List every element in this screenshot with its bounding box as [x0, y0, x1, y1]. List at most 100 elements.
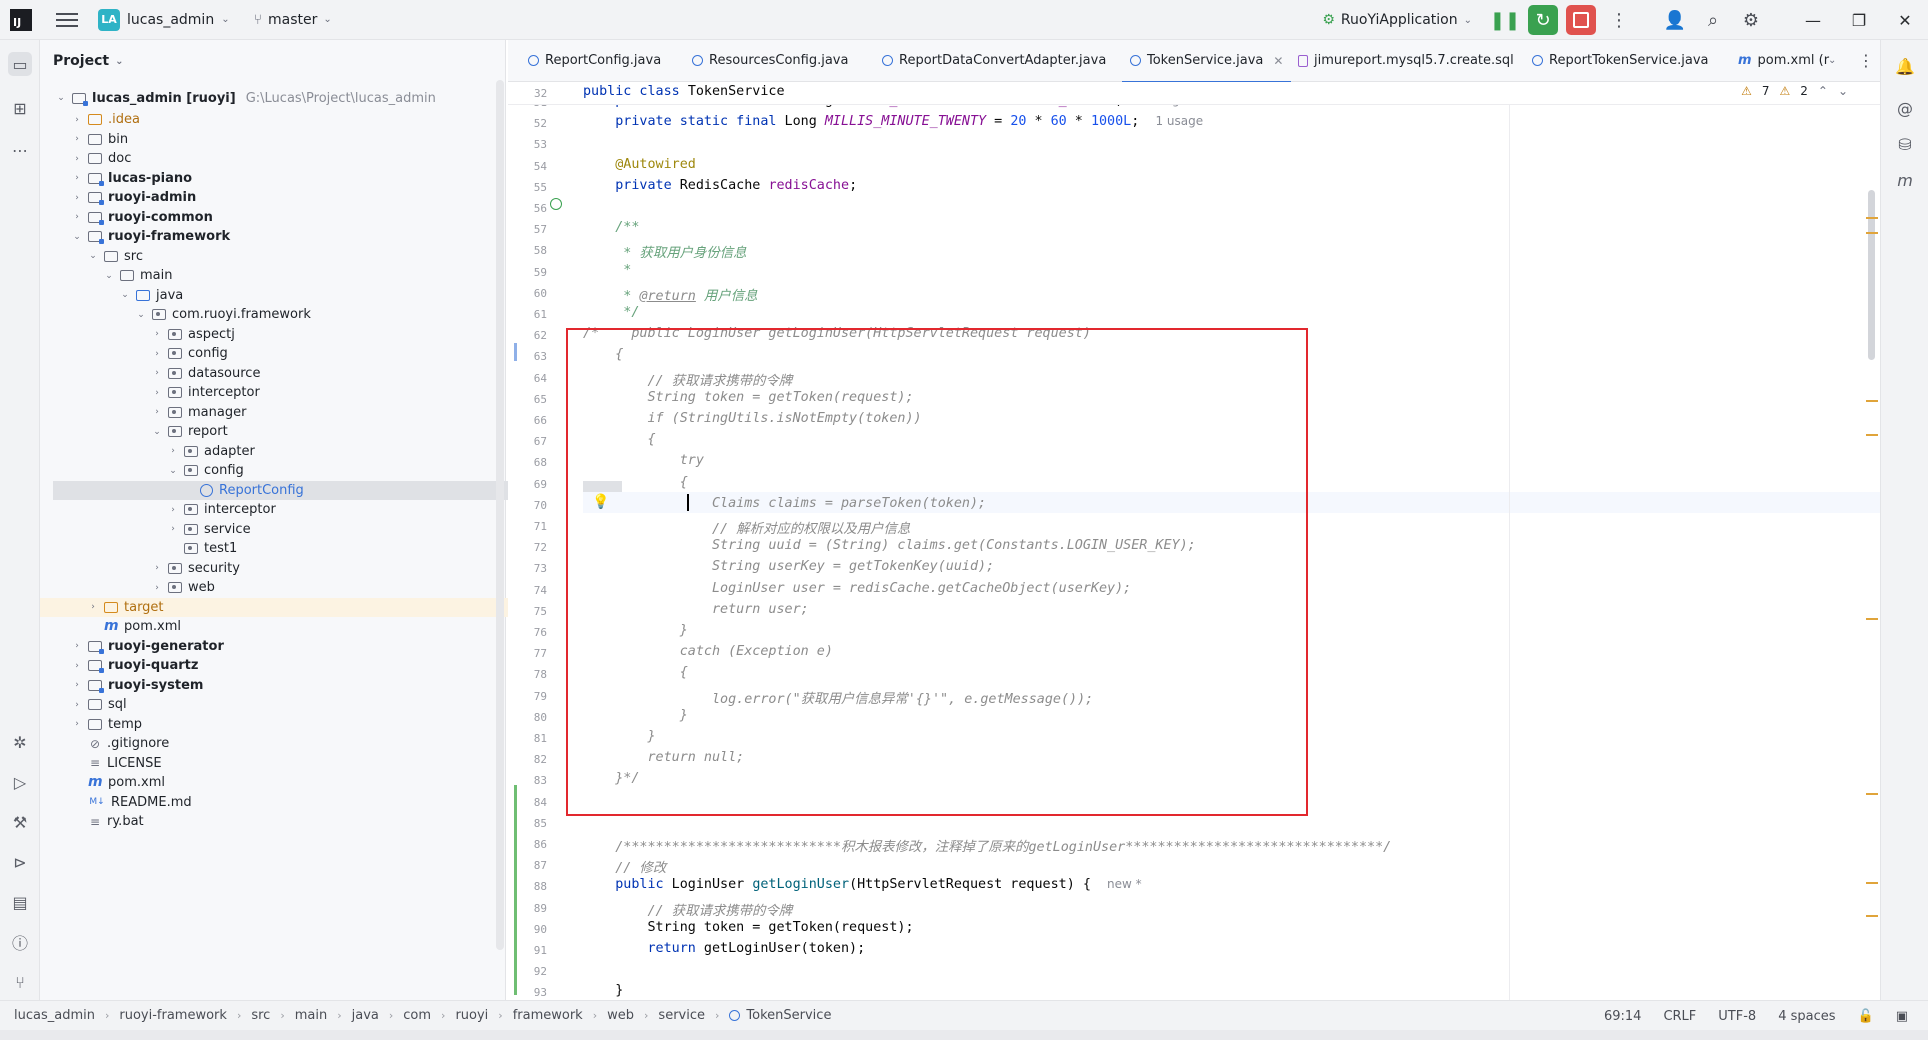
- tree-item[interactable]: › ruoyi-quartz: [40, 656, 526, 675]
- tree-item[interactable]: ⌄ src: [40, 247, 542, 266]
- inspection-widget[interactable]: ⚠ 7 ⚠ 2 ⌃ ⌄: [1741, 84, 1848, 98]
- chevron-right-icon[interactable]: ›: [70, 134, 84, 144]
- chevron-right-icon[interactable]: ›: [150, 368, 164, 378]
- editor-tab[interactable]: ReportDataConvertAdapter.java: [874, 40, 1114, 81]
- debug-bug-icon[interactable]: ✲: [8, 730, 32, 754]
- editor-tab[interactable]: ReportTokenService.java: [1524, 40, 1717, 81]
- code-line[interactable]: /***************************积木报表修改，注释掉了原…: [583, 835, 1391, 855]
- tab-list-dropdown[interactable]: ⌄: [1828, 40, 1836, 81]
- tree-item[interactable]: › target: [40, 597, 542, 617]
- code-line[interactable]: *: [583, 263, 631, 278]
- code-line[interactable]: // 修改: [583, 856, 666, 876]
- chevron-right-icon[interactable]: ›: [70, 193, 84, 203]
- chevron-right-icon[interactable]: ›: [70, 173, 84, 183]
- git-icon[interactable]: ⑂: [8, 970, 32, 994]
- code-line[interactable]: * @return 用户信息: [583, 284, 757, 304]
- breadcrumb-item[interactable]: ruoyi: [455, 1008, 488, 1023]
- chevron-right-icon[interactable]: ›: [70, 719, 84, 729]
- close-window-button[interactable]: ✕: [1882, 11, 1928, 30]
- chevron-right-icon[interactable]: ›: [150, 349, 164, 359]
- terminal-icon[interactable]: ▤: [8, 890, 32, 914]
- breadcrumb-item[interactable]: src: [251, 1008, 270, 1023]
- settings-gear-icon[interactable]: ⚙: [1736, 5, 1766, 35]
- breadcrumb-item[interactable]: ruoyi-framework: [119, 1008, 227, 1023]
- chevron-right-icon[interactable]: ›: [70, 154, 84, 164]
- run-configuration-selector[interactable]: ⚙ RuoYiApplication ⌄: [1322, 12, 1472, 28]
- code-line[interactable]: return getLoginUser(token);: [583, 941, 866, 956]
- build-hammer-icon[interactable]: ⚒: [8, 810, 32, 834]
- structure-icon[interactable]: ⊞: [8, 96, 32, 120]
- editor-tab[interactable]: m pom.xml (r: [1730, 40, 1837, 81]
- chevron-right-icon[interactable]: ›: [70, 212, 84, 222]
- chevron-right-icon[interactable]: ›: [150, 329, 164, 339]
- project-switcher[interactable]: LA lucas_admin ⌄: [98, 8, 230, 31]
- problems-icon[interactable]: ⓘ: [8, 930, 32, 954]
- vcs-branch-widget[interactable]: ⑂ master ⌄: [254, 12, 332, 28]
- breadcrumb-item[interactable]: main: [295, 1008, 327, 1023]
- chevron-right-icon[interactable]: ›: [150, 563, 164, 573]
- breadcrumb-item[interactable]: web: [607, 1008, 634, 1023]
- tree-item[interactable]: › ruoyi-common: [40, 208, 526, 227]
- editor-tab[interactable]: ResourcesConfig.java: [684, 40, 856, 81]
- chevron-down-icon[interactable]: ⌄: [134, 310, 148, 320]
- tree-item[interactable]: › ruoyi-admin: [40, 188, 526, 207]
- chevron-right-icon[interactable]: ›: [150, 388, 164, 398]
- breadcrumb-item[interactable]: com: [403, 1008, 431, 1023]
- editor-tab[interactable]: jimureport.mysql5.7.create.sql: [1290, 40, 1522, 81]
- search-icon[interactable]: ⌕: [1698, 5, 1728, 35]
- more-actions-icon[interactable]: ⋮: [1604, 5, 1634, 35]
- chevron-down-icon[interactable]: ⌄: [102, 271, 116, 281]
- tree-item[interactable]: ≡ ry.bat: [40, 812, 526, 831]
- tree-item[interactable]: ≡ LICENSE: [40, 754, 526, 773]
- code-line[interactable]: /**: [583, 220, 639, 235]
- close-tab-icon[interactable]: ✕: [1273, 54, 1283, 68]
- add-user-icon[interactable]: 👤: [1660, 5, 1690, 35]
- ai-assistant-icon[interactable]: @: [1893, 96, 1917, 120]
- lock-icon[interactable]: 🔓: [1858, 1009, 1874, 1024]
- next-highlight-icon[interactable]: ⌄: [1838, 84, 1848, 98]
- line-separator[interactable]: CRLF: [1663, 1009, 1696, 1024]
- code-line[interactable]: }: [583, 983, 623, 998]
- tree-item[interactable]: ⊘ .gitignore: [40, 734, 526, 753]
- chevron-right-icon[interactable]: ›: [70, 700, 84, 710]
- code-line[interactable]: String token = getToken(request);: [583, 920, 913, 935]
- chevron-down-icon[interactable]: ⌄: [86, 251, 100, 261]
- tree-item[interactable]: › bin: [40, 130, 526, 149]
- chevron-right-icon[interactable]: ›: [166, 505, 180, 515]
- file-encoding[interactable]: UTF-8: [1718, 1009, 1756, 1024]
- tree-item[interactable]: › temp: [40, 715, 526, 734]
- tree-item[interactable]: › sql: [40, 695, 526, 714]
- editor-scrollbar[interactable]: [1868, 190, 1875, 360]
- project-scrollbar[interactable]: [496, 80, 504, 950]
- breadcrumb-item[interactable]: service: [658, 1008, 705, 1023]
- breadcrumb-item[interactable]: java: [352, 1008, 379, 1023]
- services-icon[interactable]: ⊳: [8, 850, 32, 874]
- tree-root[interactable]: ⌄ lucas_admin [ruoyi] G:\Lucas\Project\l…: [40, 86, 510, 110]
- code-line[interactable]: */: [583, 305, 639, 320]
- code-line[interactable]: * 获取用户身份信息: [583, 241, 746, 261]
- caret-position[interactable]: 69:14: [1604, 1009, 1641, 1024]
- tree-item[interactable]: ⌄ ruoyi-framework: [40, 227, 526, 246]
- memory-indicator-icon[interactable]: ▣: [1896, 1009, 1908, 1024]
- tab-more-icon[interactable]: ⋮: [1858, 40, 1874, 81]
- tree-item[interactable]: › .idea: [40, 110, 526, 129]
- breadcrumb-item[interactable]: lucas_admin: [14, 1008, 95, 1023]
- chevron-right-icon[interactable]: ›: [86, 602, 100, 612]
- project-folder-icon[interactable]: ▭: [8, 52, 32, 76]
- tree-item[interactable]: m pom.xml: [40, 617, 542, 636]
- indent-setting[interactable]: 4 spaces: [1778, 1009, 1835, 1024]
- minimize-button[interactable]: —: [1790, 11, 1836, 30]
- rerun-button[interactable]: ↻: [1528, 5, 1558, 35]
- main-menu-icon[interactable]: [56, 12, 78, 27]
- chevron-right-icon[interactable]: ›: [150, 583, 164, 593]
- breadcrumb-item[interactable]: framework: [513, 1008, 583, 1023]
- code-line[interactable]: @Autowired: [583, 157, 696, 172]
- sticky-lines-header[interactable]: 32 public class TokenService: [508, 82, 1880, 105]
- database-icon[interactable]: ⛁: [1893, 132, 1917, 156]
- chevron-right-icon[interactable]: ›: [150, 407, 164, 417]
- run-play-icon[interactable]: ▷: [8, 770, 32, 794]
- code-line[interactable]: // 获取请求携带的令牌: [583, 899, 793, 919]
- pause-button[interactable]: ❚❚: [1490, 5, 1520, 35]
- notifications-bell-icon[interactable]: 🔔: [1893, 54, 1917, 78]
- tree-item[interactable]: M↓ README.md: [40, 793, 526, 812]
